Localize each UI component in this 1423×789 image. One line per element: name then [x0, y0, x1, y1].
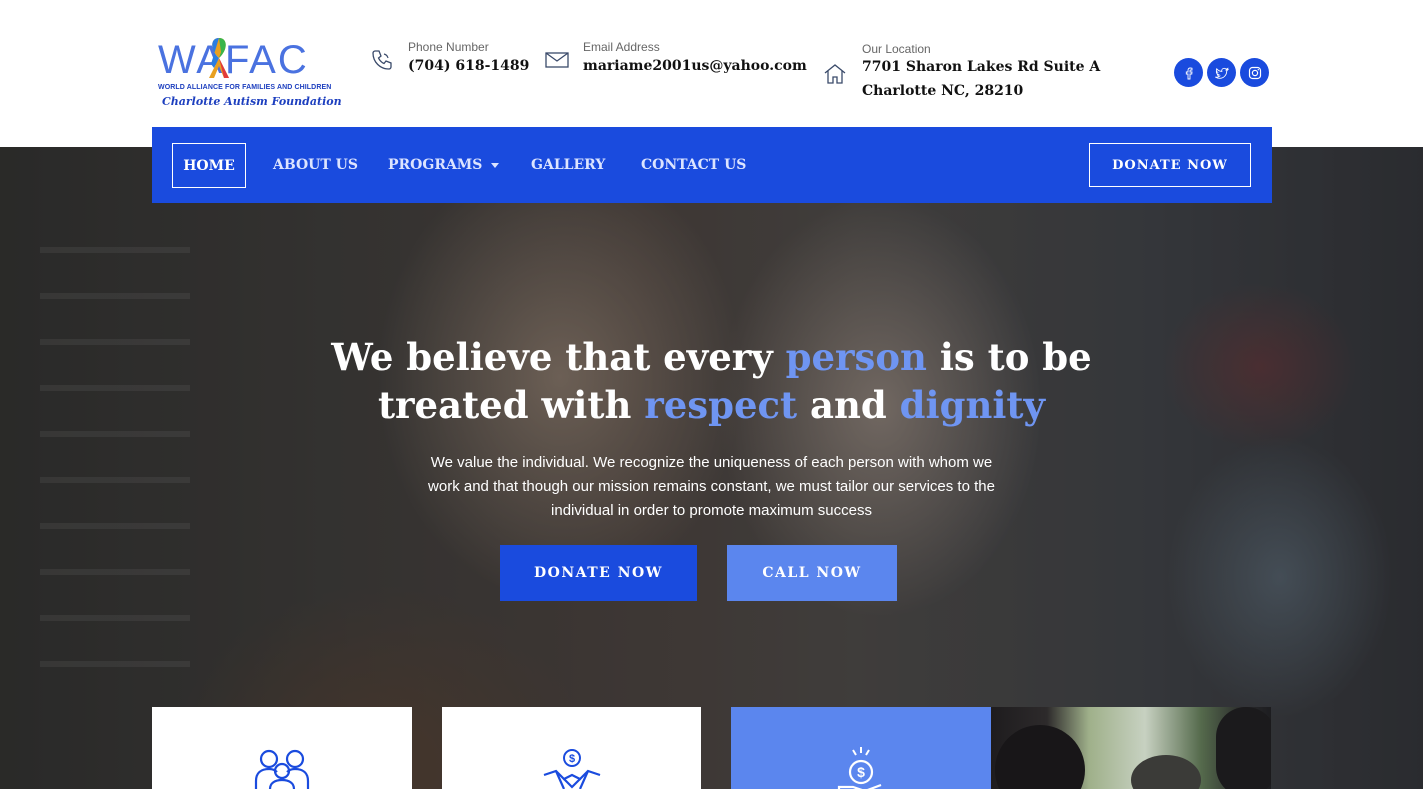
hero-description: We value the individual. We recognize th… [428, 454, 995, 519]
facebook-icon [1185, 67, 1192, 79]
hero-heading-highlight: person [785, 335, 927, 379]
location-label: Our Location [862, 42, 931, 56]
feature-photo [991, 707, 1271, 789]
feature-card-funding[interactable]: $ [731, 707, 991, 789]
phone-number[interactable]: (704) 618-1489 [408, 58, 529, 74]
home-icon [824, 64, 846, 84]
nav-item-programs-label: PROGRAMS [388, 157, 483, 173]
donation-handshake-icon: $ [543, 749, 601, 789]
address-line2: Charlotte NC, 28210 [862, 83, 1024, 99]
location-contact: Our Location 7701 Sharon Lakes Rd Suite … [823, 42, 1100, 102]
nav-item-gallery[interactable]: GALLERY [531, 127, 605, 203]
hero-heading-text: We believe that every [331, 335, 786, 379]
feature-card-family[interactable] [152, 707, 412, 789]
hero-heading-text: treated with [377, 383, 645, 427]
nav-item-home[interactable]: HOME [172, 143, 246, 188]
nav-item-programs[interactable]: PROGRAMS [388, 127, 500, 203]
phone-label: Phone Number [408, 40, 489, 54]
twitter-link[interactable] [1207, 58, 1236, 87]
hero-section: We believe that every person is to be tr… [0, 147, 1423, 789]
mail-icon [545, 52, 569, 68]
feature-card-donation[interactable]: $ [442, 707, 701, 789]
email-contact[interactable]: Email Address mariame2001us@yahoo.com [545, 40, 807, 80]
twitter-icon [1214, 66, 1229, 79]
address-line1: 7701 Sharon Lakes Rd Suite A [862, 59, 1101, 75]
nav-donate-button[interactable]: DONATE NOW [1089, 143, 1251, 187]
chevron-down-icon [491, 162, 500, 168]
instagram-link[interactable] [1240, 58, 1269, 87]
photo-figure [1131, 755, 1201, 789]
logo-tagline: Charlotte Autism Foundation [162, 95, 342, 108]
site-header: WAFAC WORLD ALLIANCE FOR FAMILIES AND CH… [0, 0, 1423, 147]
hero-call-button[interactable]: CALL NOW [727, 545, 897, 601]
hero-heading-text: is to be [926, 335, 1092, 379]
phone-icon [372, 50, 392, 70]
hero-heading: We believe that every person is to be tr… [0, 333, 1423, 429]
family-icon [254, 749, 310, 789]
email-label: Email Address [583, 40, 660, 54]
autism-ribbon-icon [209, 38, 229, 78]
nav-item-contact-us[interactable]: CONTACT US [641, 127, 746, 203]
hero-donate-button[interactable]: DONATE NOW [500, 545, 697, 601]
nav-item-about-us[interactable]: ABOUT US [273, 127, 358, 203]
site-logo[interactable]: WAFAC WORLD ALLIANCE FOR FAMILIES AND CH… [158, 32, 342, 112]
hero-heading-highlight: dignity [899, 383, 1046, 427]
main-navigation: HOME ABOUT US PROGRAMS GALLERY CONTACT U… [152, 127, 1272, 203]
hero-heading-highlight: respect [644, 383, 798, 427]
phone-contact[interactable]: Phone Number (704) 618-1489 [370, 40, 530, 80]
instagram-icon [1248, 66, 1261, 79]
svg-text:$: $ [857, 764, 865, 780]
email-address[interactable]: mariame2001us@yahoo.com [583, 58, 807, 74]
svg-text:$: $ [569, 753, 575, 765]
logo-subtitle: WORLD ALLIANCE FOR FAMILIES AND CHILDREN [158, 84, 332, 91]
facebook-link[interactable] [1174, 58, 1203, 87]
money-hand-icon: $ [837, 747, 882, 789]
hero-heading-text: and [797, 383, 900, 427]
photo-figure [1216, 707, 1271, 789]
photo-figure [995, 725, 1085, 789]
